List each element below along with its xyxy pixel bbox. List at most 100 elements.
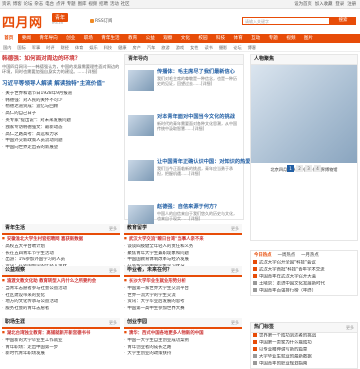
content-box-item[interactable]: 社区建设带来的变化	[2, 293, 120, 300]
pager-page[interactable]: 1	[287, 165, 294, 172]
top-link[interactable]: 电台	[45, 2, 54, 7]
content-box-more[interactable]: 更多	[109, 266, 117, 275]
news-item[interactable]: 高仁之路高考：高远和力求	[2, 132, 120, 139]
content-box-item[interactable]: 中国国教育体制改革与经济发展	[124, 257, 242, 264]
rank-item[interactable]: 以专业精神谱写新的篇章	[251, 347, 357, 354]
ranking-tab[interactable]: 一周热点	[275, 253, 299, 258]
top-link[interactable]: 招聘	[99, 2, 108, 7]
content-box-title[interactable]: 创业学园	[127, 319, 147, 325]
subnav-item[interactable]: 体育	[75, 45, 83, 50]
top-right-link[interactable]: 注册	[347, 2, 356, 7]
content-box-more[interactable]: 更多	[231, 224, 239, 233]
content-box-item[interactable]: 当青年志愿者参与社会公益活动	[2, 286, 120, 293]
rss-link[interactable]: RSS订阅	[90, 18, 112, 24]
news-item[interactable]: 关于世界和谐节日1928年9月报道	[2, 91, 120, 98]
subnav-item[interactable]: 娱乐	[89, 45, 97, 50]
secondary-headline[interactable]: 习近平等领导人解读 解读独特"主流价值"	[2, 79, 120, 87]
news-item[interactable]: 杨德达道贺成：追忆与回顾	[2, 104, 120, 111]
content-box-item[interactable]: 中国新的大学毕业生工作就业	[2, 338, 120, 345]
guide-item-title[interactable]: 赵德强：自信来源于何方？	[157, 203, 219, 210]
subnav-item[interactable]: 女性	[190, 45, 198, 50]
news-item[interactable]: 独家专访韩德强文：最新动态	[2, 125, 120, 132]
subnav-item[interactable]: 旅游	[161, 45, 169, 50]
content-box-more[interactable]: 更多	[231, 266, 239, 275]
rank-item[interactable]: 中国青年百强排行榜（年终）	[251, 288, 357, 295]
nav-item[interactable]: 青年导向	[35, 34, 62, 43]
rank-item[interactable]: 王晓京：走进中国文化发展新时代	[251, 281, 357, 288]
guide-item-title[interactable]: 传播体：毛主席尽了我们最新信心	[157, 68, 235, 75]
subnav-item[interactable]: 国际	[17, 45, 25, 50]
subnav-item[interactable]: 健康	[118, 45, 126, 50]
nav-item[interactable]: 视频	[282, 34, 300, 43]
subnav-item[interactable]: 时评	[46, 45, 54, 50]
content-box-item[interactable]: 谈谈四肢健全年轻人的责任和义务	[124, 244, 242, 251]
subnav-item[interactable]: 读书	[204, 45, 212, 50]
guide-thumbnail[interactable]	[128, 115, 154, 136]
hot-tags-more[interactable]: 更多	[346, 323, 354, 332]
nav-item[interactable]: 专题	[264, 34, 282, 43]
nav-item[interactable]: 观察	[159, 34, 177, 43]
nav-item[interactable]: 校园	[194, 34, 212, 43]
content-box-item[interactable]: 青年职场：走出中国第一步	[2, 345, 120, 352]
search-button[interactable]: 搜索	[330, 17, 356, 25]
content-box-item[interactable]: 资讯：大学毕业后发展的思考	[124, 299, 242, 306]
subnav-item[interactable]: 摄影	[219, 45, 227, 50]
guide-item-title[interactable]: 让中国青年正确认识中国：对知识的热爱	[157, 158, 250, 165]
content-box-item[interactable]: 地方的文化传承与公益活动	[2, 299, 120, 306]
content-box-more[interactable]: 更多	[109, 318, 117, 327]
content-box-item[interactable]: 世界一流大学的学生交流	[124, 293, 242, 300]
rank-item[interactable]: 中国第一卖家为什么能成功	[251, 340, 357, 347]
top-link[interactable]: 视频	[88, 2, 97, 7]
subnav-item[interactable]: 科技	[104, 45, 112, 50]
content-box-item[interactable]: 中国第一高中生参加世界大赛	[124, 306, 242, 313]
content-box-item[interactable]: 出游：1%参加外国学习的人员	[2, 257, 120, 264]
pager-page[interactable]: 3	[305, 165, 312, 172]
content-box-title[interactable]: 青年生活	[5, 225, 25, 231]
subnav-item[interactable]: 论坛	[233, 45, 241, 50]
top-link[interactable]: 博客	[13, 2, 22, 7]
news-item[interactable]: 中国向世界走出去的新展望	[2, 145, 120, 152]
nav-item[interactable]: 教育	[124, 34, 142, 43]
top-right-link[interactable]: 加入收藏	[315, 2, 333, 7]
headline[interactable]: 韩德强：如何面对周边的环境？	[2, 54, 120, 62]
subnav-item[interactable]: 国内	[3, 45, 11, 50]
nav-item[interactable]: 互动	[247, 34, 265, 43]
search-input[interactable]: 请输入关键字	[242, 17, 330, 25]
subnav-item[interactable]: 游戏	[176, 45, 184, 50]
nav-item[interactable]: 青年生活	[97, 34, 124, 43]
nav-item[interactable]: 首页	[0, 34, 18, 43]
rank-item[interactable]: 大学毕业生就业的最新数据	[251, 354, 357, 361]
content-box-item[interactable]: 长沙大学毕业生就业形势分析	[124, 277, 242, 286]
content-box-item[interactable]: 服务社会的青年志愿者	[2, 306, 120, 313]
nav-item[interactable]: 文化	[177, 34, 195, 43]
news-item[interactable]: 英专家"提出说"：对未来发展问题	[2, 118, 120, 125]
subnav-item[interactable]: 房产	[133, 45, 141, 50]
rank-item[interactable]: 武汉大学召开全国"科技"会议	[251, 260, 357, 267]
top-link[interactable]: 专题	[67, 2, 76, 7]
guide-item[interactable]: 传播体：毛主席尽了我们最新信心 我们对毛主席的尊敬是一种信念，也是一种历史的见证，…	[125, 65, 243, 110]
content-box-item[interactable]: 渝渡文教文化助 教育转型入内什么之所要约会	[2, 277, 120, 286]
content-box-item[interactable]: 安徽淮北大学生村官招聘网 喜获新数据	[2, 235, 120, 244]
pager-page[interactable]: 2	[296, 165, 303, 172]
nav-item[interactable]: 创业	[62, 34, 80, 43]
news-item[interactable]: 高仁的自己日子	[2, 111, 120, 118]
content-box-more[interactable]: 更多	[109, 224, 117, 233]
rank-item[interactable]: 中国青年的职业规划指南	[251, 361, 357, 368]
top-link[interactable]: 图库	[78, 2, 87, 7]
nav-item[interactable]: 图片	[300, 34, 318, 43]
guide-item[interactable]: 对本青年面对中国当今文化的挑战 新时代的青年需要面对各种文化思潮，从中国传统中汲取…	[125, 110, 243, 155]
top-right-link[interactable]: 登录	[335, 2, 344, 7]
content-box-title[interactable]: 教育留学	[127, 225, 147, 231]
guide-item-title[interactable]: 对本青年面对中国当今文化的挑战	[157, 113, 235, 120]
pager-page[interactable]: 4	[314, 165, 321, 172]
news-item[interactable]: 韩德强：对人民的关怀不可少	[2, 98, 120, 105]
subnav-item[interactable]: 汽车	[147, 45, 155, 50]
content-box-item[interactable]: 湖北台湾独立教育：高铺就新开新宫德书书	[2, 329, 120, 338]
news-item[interactable]: 中国外交新政策人员流动问题	[2, 138, 120, 145]
content-box-item[interactable]: 清华：西式中国各地更多人物新的中国	[124, 329, 242, 338]
content-box-title[interactable]: 公益观察	[5, 267, 25, 273]
subnav-item[interactable]: 军事	[32, 45, 40, 50]
content-box-item[interactable]: 武汉大学交流"瞭日台湾"当事人亲不来	[124, 235, 242, 244]
content-box-item[interactable]: 大学生创业的政策扶持	[124, 351, 242, 358]
ranking-tab[interactable]: 今日热点	[251, 253, 275, 258]
